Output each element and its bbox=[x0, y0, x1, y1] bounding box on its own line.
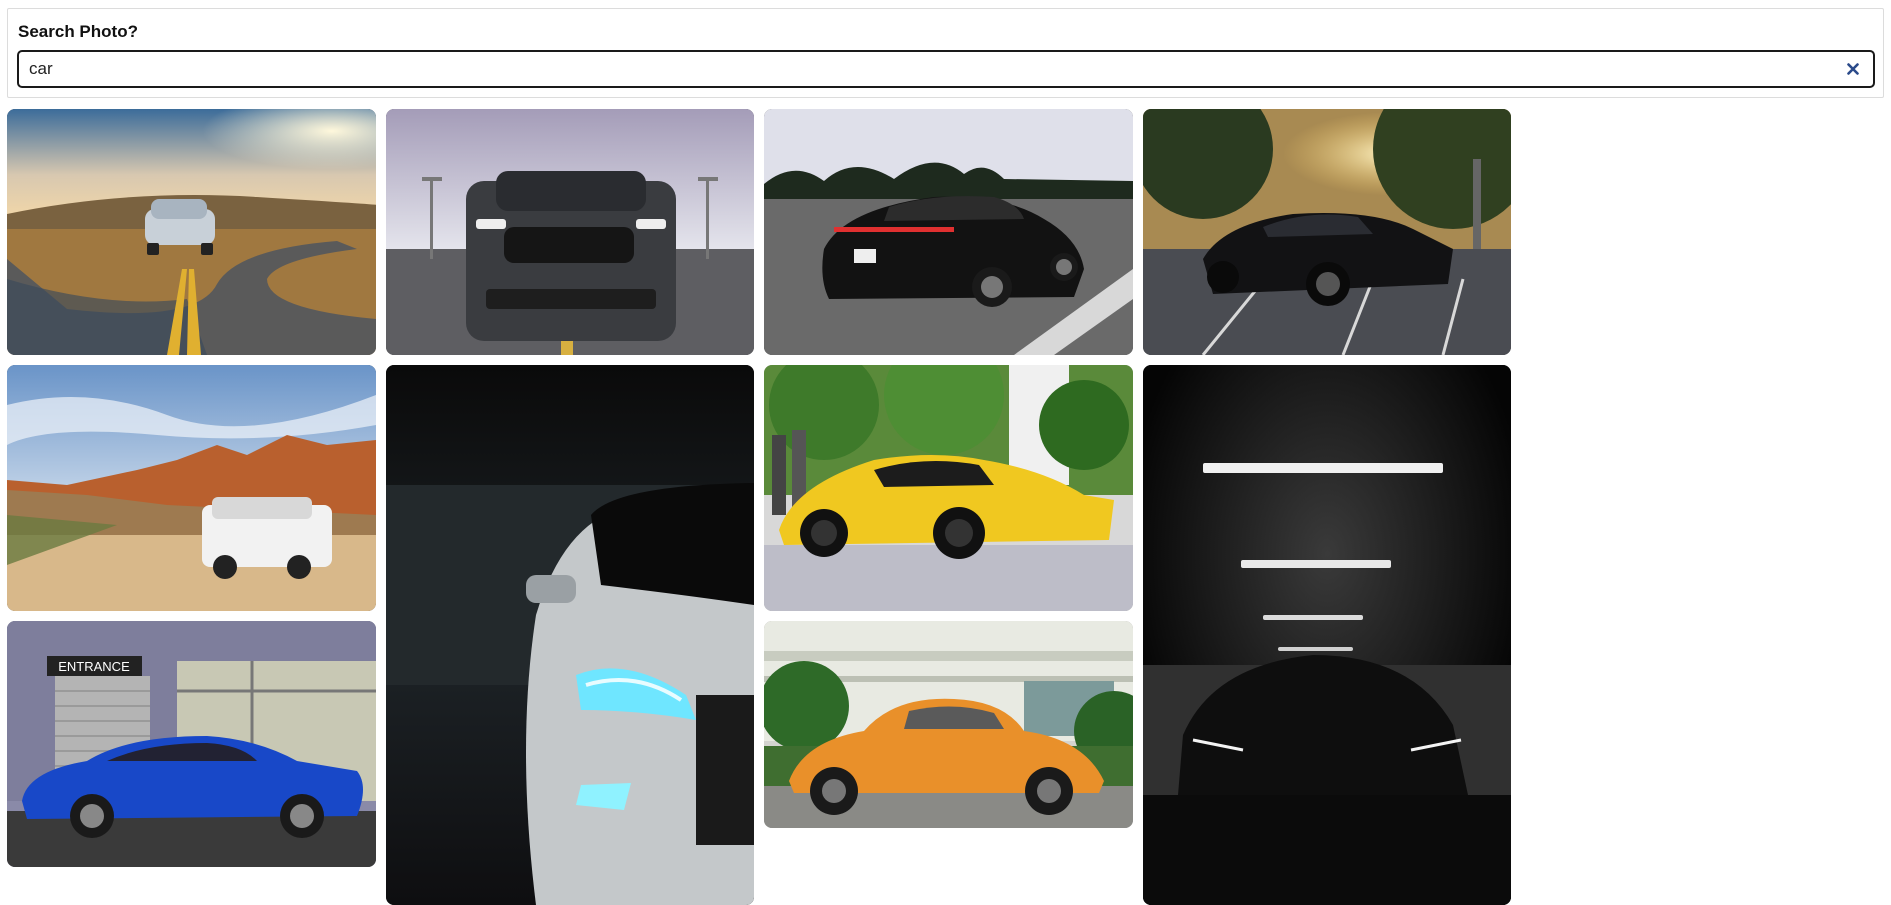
photo-orange-beetle bbox=[764, 621, 1133, 828]
gallery-photo[interactable] bbox=[7, 365, 376, 611]
gallery-photo[interactable] bbox=[764, 109, 1133, 355]
gallery-photo[interactable] bbox=[386, 365, 754, 905]
photo-headlight bbox=[386, 365, 754, 905]
gallery-photo[interactable]: ENTRANCE bbox=[7, 621, 376, 867]
photo-yellow-supercar bbox=[764, 365, 1133, 611]
photo-desert-suv bbox=[7, 365, 376, 611]
gallery-photo[interactable] bbox=[7, 109, 376, 355]
gallery-photo[interactable] bbox=[1143, 365, 1511, 905]
photo-black-muscle-lot bbox=[1143, 109, 1511, 355]
photo-sedan-highway bbox=[764, 109, 1133, 355]
gallery-photo[interactable] bbox=[764, 621, 1133, 828]
gallery-photo[interactable] bbox=[764, 365, 1133, 611]
photo-muscle-front bbox=[386, 109, 754, 355]
gallery-photo[interactable] bbox=[1143, 109, 1511, 355]
gallery-photo[interactable] bbox=[386, 109, 754, 355]
entrance-sign: ENTRANCE bbox=[58, 659, 130, 674]
photo-garage-car bbox=[1143, 365, 1511, 905]
photo-road-car bbox=[7, 109, 376, 355]
photo-blue-coupe: ENTRANCE bbox=[7, 621, 376, 867]
photo-gallery: ENTRANCE bbox=[0, 0, 1891, 905]
